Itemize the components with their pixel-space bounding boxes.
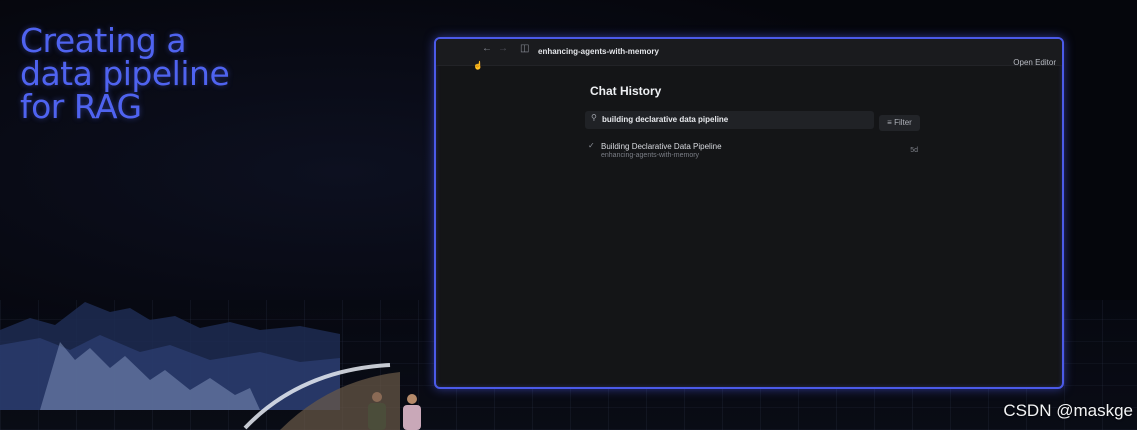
conference-stage: Creating a data pipeline for RAG ← → ◫ e…: [0, 0, 1137, 430]
search-icon: ⚲: [591, 113, 597, 122]
arrow-right-icon[interactable]: →: [498, 43, 508, 54]
csdn-watermark: CSDN @maskge: [1003, 401, 1133, 420]
filter-label: Filter: [894, 118, 912, 127]
result-title: Building Declarative Data Pipeline: [601, 142, 722, 151]
filter-icon: ≡: [887, 118, 892, 127]
slide-headline: Creating a data pipeline for RAG: [20, 21, 230, 126]
sidebar-toggle-icon[interactable]: ◫: [520, 43, 529, 54]
workspace-title: enhancing-agents-with-memory: [538, 47, 659, 56]
result-workspace: enhancing-agents-with-memory: [601, 152, 700, 159]
headline-line-2: data pipeline: [20, 54, 230, 93]
presenter-figure-1: [368, 392, 386, 430]
arrow-left-icon[interactable]: ←: [482, 43, 492, 54]
chat-result-row[interactable]: ✓ Building Declarative Data Pipeline enh…: [588, 140, 918, 162]
presentation-screen: ← → ◫ enhancing-agents-with-memory ☝ Ope…: [434, 37, 1064, 389]
open-editor-button[interactable]: Open Editor: [1013, 58, 1056, 67]
result-age: 5d: [910, 147, 918, 154]
window-titlebar: ← → ◫ enhancing-agents-with-memory: [436, 39, 1062, 66]
chat-history-title: Chat History: [590, 84, 662, 98]
headline-line-3: for RAG: [20, 87, 142, 126]
pointer-cursor-icon: ☝: [473, 61, 483, 70]
check-circle-icon: ✓: [588, 141, 595, 150]
search-query: building declarative data pipeline: [602, 115, 729, 124]
stage-arc-light: [243, 363, 400, 430]
presenter-figure-2: [403, 394, 421, 430]
headline-line-1: Creating a: [20, 21, 187, 60]
filter-button[interactable]: ≡ Filter: [879, 115, 920, 131]
chat-search-input[interactable]: ⚲ building declarative data pipeline: [585, 111, 874, 129]
